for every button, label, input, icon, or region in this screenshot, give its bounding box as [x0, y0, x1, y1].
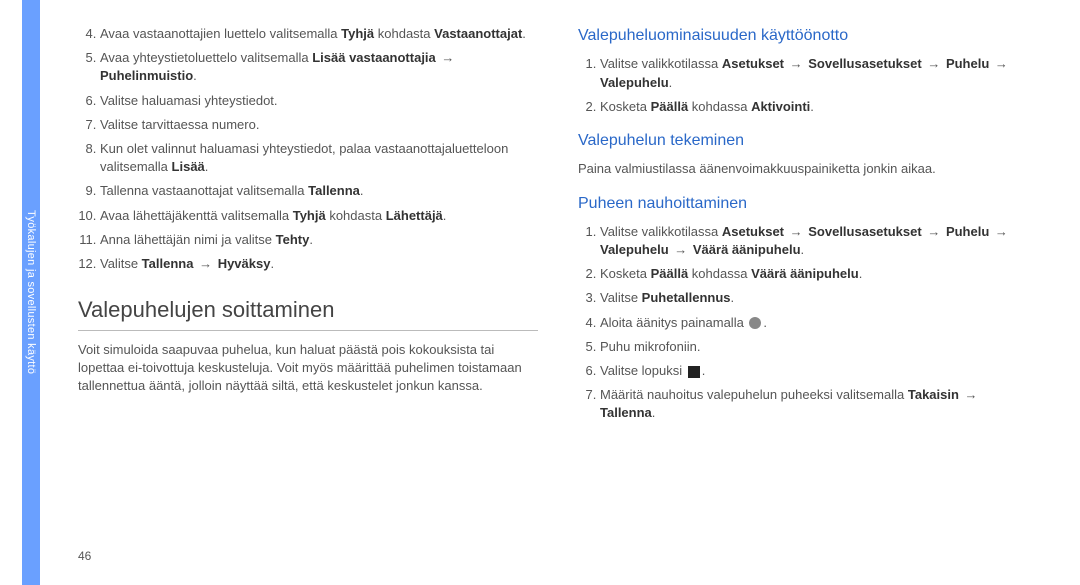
list-item: Kun olet valinnut haluamasi yhteystiedot… [100, 140, 538, 176]
arrow-icon: → [784, 56, 808, 71]
side-tab: Työkalujen ja sovellusten käyttö [22, 0, 40, 585]
list-item: Valitse haluamasi yhteystiedot. [100, 92, 538, 110]
list-item: Valitse Tallenna → Hyväksy. [100, 255, 538, 273]
list-item: Kosketa Päällä kohdassa Aktivointi. [600, 98, 1038, 116]
list-item: Valitse Puhetallennus. [600, 289, 1038, 307]
arrow-icon: → [959, 387, 980, 402]
list-item: Valitse valikkotilassa Asetukset → Sovel… [600, 55, 1038, 91]
list-item: Määritä nauhoitus valepuhelun puheeksi v… [600, 386, 1038, 422]
list-item: Tallenna vastaanottajat valitsemalla Tal… [100, 182, 538, 200]
sub2-text: Paina valmiustilassa äänenvoimakkuuspain… [578, 160, 1038, 178]
arrow-icon: → [922, 56, 946, 71]
list-item: Avaa lähettäjäkenttä valitsemalla Tyhjä … [100, 207, 538, 225]
page-content: Avaa vastaanottajien luettelo valitsemal… [78, 25, 1038, 429]
sub3-ordered-list: Valitse valikkotilassa Asetukset → Sovel… [578, 223, 1038, 423]
arrow-icon: → [193, 256, 217, 271]
list-item: Aloita äänitys painamalla . [600, 314, 1038, 332]
section-underline [78, 330, 538, 331]
list-item: Kosketa Päällä kohdassa Väärä äänipuhelu… [600, 265, 1038, 283]
arrow-icon: → [784, 224, 808, 239]
subsection-title-1: Valepuheluominaisuuden käyttöönotto [578, 25, 1038, 47]
list-item: Valitse tarvittaessa numero. [100, 116, 538, 134]
list-item: Avaa yhteystietoluettelo valitsemalla Li… [100, 49, 538, 85]
subsection-title-3: Puheen nauhoittaminen [578, 193, 1038, 215]
arrow-icon: → [989, 224, 1010, 239]
list-item: Valitse valikkotilassa Asetukset → Sovel… [600, 223, 1038, 259]
subsection-title-2: Valepuhelun tekeminen [578, 130, 1038, 152]
list-item: Anna lähettäjän nimi ja valitse Tehty. [100, 231, 538, 249]
record-icon [749, 317, 761, 329]
list-item: Valitse lopuksi . [600, 362, 1038, 380]
arrow-icon: → [989, 56, 1010, 71]
page-number: 46 [78, 549, 91, 563]
arrow-icon: → [436, 50, 457, 65]
section-intro: Voit simuloida saapuvaa puhelua, kun hal… [78, 341, 538, 396]
right-column: Valepuheluominaisuuden käyttöönotto Vali… [578, 25, 1038, 429]
stop-icon [688, 366, 700, 378]
section-title: Valepuhelujen soittaminen [78, 295, 538, 326]
list-item: Avaa vastaanottajien luettelo valitsemal… [100, 25, 538, 43]
arrow-icon: → [669, 242, 693, 257]
arrow-icon: → [922, 224, 946, 239]
list-item: Puhu mikrofoniin. [600, 338, 1038, 356]
sub1-ordered-list: Valitse valikkotilassa Asetukset → Sovel… [578, 55, 1038, 116]
side-tab-label: Työkalujen ja sovellusten käyttö [25, 210, 37, 374]
left-column: Avaa vastaanottajien luettelo valitsemal… [78, 25, 538, 429]
left-ordered-list: Avaa vastaanottajien luettelo valitsemal… [78, 25, 538, 273]
